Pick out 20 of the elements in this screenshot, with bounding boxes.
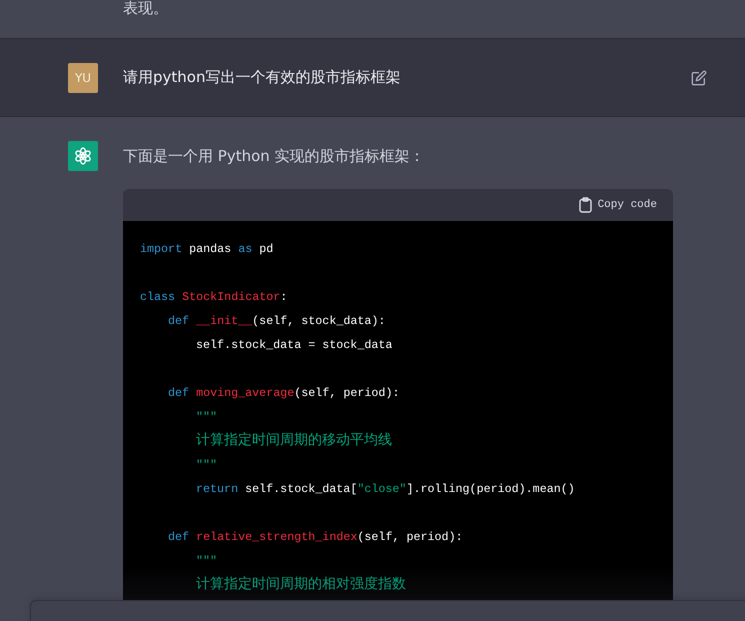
copy-code-button[interactable]: Copy code bbox=[578, 197, 657, 213]
assistant-logo-icon bbox=[68, 141, 98, 171]
edit-icon[interactable] bbox=[691, 70, 707, 86]
code-line: """ bbox=[196, 409, 218, 426]
message-text: 下面是一个用 Python 实现的股市指标框架： bbox=[123, 146, 426, 167]
code-line: class StockIndicator: bbox=[140, 289, 288, 306]
code-line: self.stock_data = stock_data bbox=[196, 337, 392, 354]
code-line: def relative_strength_index(self, period): bbox=[168, 529, 463, 546]
code-line: import pandas as pd bbox=[140, 241, 274, 258]
code-line: 计算指定时间周期的相对强度指数 bbox=[196, 575, 406, 595]
code-line: """ bbox=[196, 553, 218, 570]
code-line: def __init__(self, stock_data): bbox=[168, 313, 386, 330]
clipboard-icon bbox=[578, 197, 592, 213]
message-text: 表现。 bbox=[123, 0, 168, 17]
code-line: """ bbox=[196, 457, 218, 474]
code-line: return self.stock_data["close"].rolling(period).mean() bbox=[196, 481, 575, 498]
message-text: 请用python写出一个有效的股市指标框架 bbox=[123, 68, 402, 87]
code-line: def moving_average(self, period): bbox=[168, 385, 400, 402]
user-avatar: YU bbox=[68, 62, 98, 92]
code-line: 计算指定时间周期的移动平均线 bbox=[196, 431, 392, 451]
